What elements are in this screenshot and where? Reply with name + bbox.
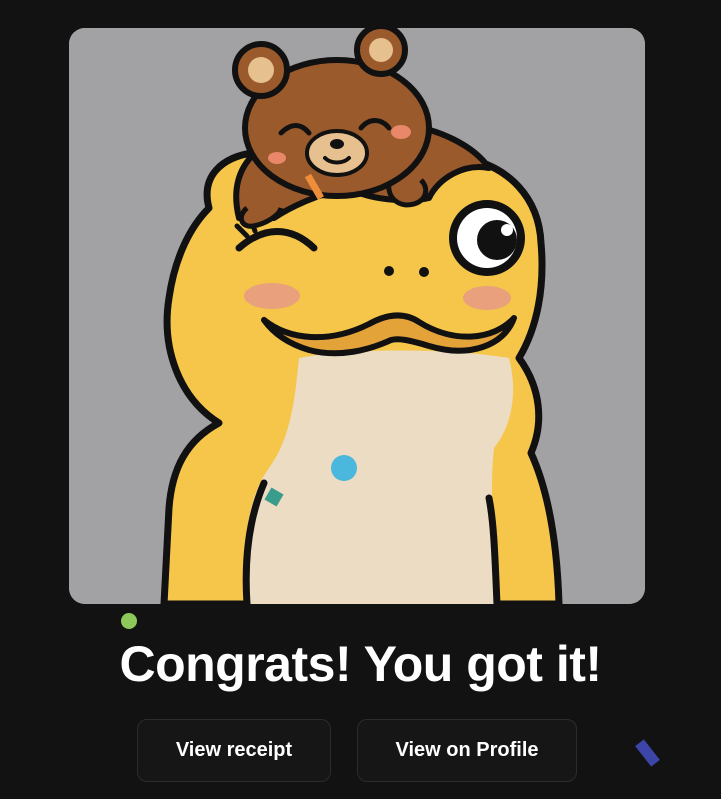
view-receipt-button[interactable]: View receipt (137, 719, 331, 782)
congrats-heading: Congrats! You got it! (119, 636, 602, 692)
nft-image (69, 28, 645, 604)
confetti-dot (121, 613, 137, 629)
purchase-success-screen: Congrats! You got it! View receipt View … (0, 0, 721, 799)
confetti-bar (635, 739, 660, 767)
frog-bear-illustration (69, 28, 645, 604)
view-on-profile-button[interactable]: View on Profile (357, 719, 577, 782)
